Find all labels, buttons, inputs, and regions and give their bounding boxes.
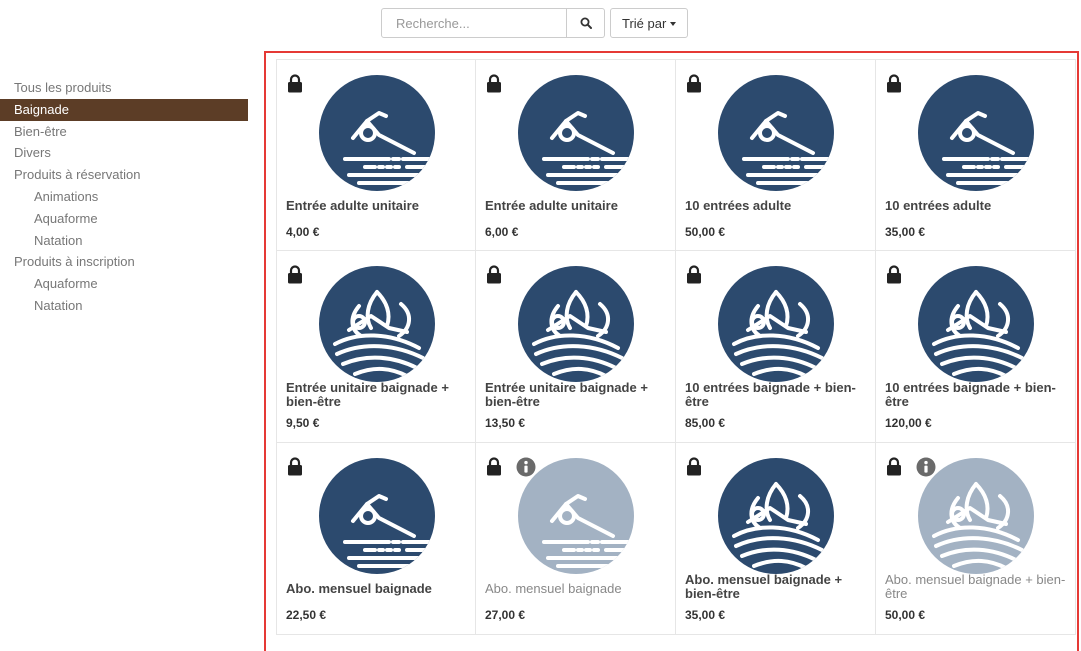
product-name: 10 entrées adulte	[885, 198, 992, 213]
lock-icon	[287, 74, 303, 93]
product-name: 10 entrées baignade + bien-être	[885, 380, 1056, 409]
product-price: 27,00 €	[485, 608, 526, 622]
product-price: 50,00 €	[885, 608, 926, 622]
product-name: Entrée unitaire baignade + bien-être	[286, 380, 449, 409]
search-button[interactable]	[567, 8, 605, 38]
product-price: 22,50 €	[286, 608, 327, 622]
product-name: Entrée unitaire baignade + bien-être	[485, 380, 648, 409]
product-name: Entrée adulte unitaire	[286, 198, 419, 213]
sidebar-category-item[interactable]: Natation	[0, 230, 248, 252]
sidebar-category-item[interactable]: Produits à inscription	[0, 251, 248, 273]
lock-icon	[886, 457, 902, 476]
swimmer-icon	[718, 75, 834, 191]
product-name: Abo. mensuel baignade + bien-être	[685, 572, 843, 601]
product-card[interactable]: Entrée unitaire baignade + bien-être 13,5…	[476, 251, 676, 443]
product-price: 35,00 €	[885, 225, 926, 239]
product-card[interactable]: 10 entrées adulte 35,00 €	[876, 59, 1076, 251]
product-price: 9,50 €	[286, 416, 320, 430]
lock-icon	[486, 74, 502, 93]
product-name: Abo. mensuel baignade + bien-être	[885, 572, 1066, 601]
product-price: 35,00 €	[685, 608, 726, 622]
info-icon[interactable]	[916, 457, 936, 477]
sidebar-category-item[interactable]: Natation	[0, 295, 248, 317]
product-card[interactable]: 10 entrées baignade + bien-être 85,00 €	[676, 251, 876, 443]
sidebar-category-item[interactable]: Tous les produits	[0, 77, 248, 99]
info-icon[interactable]	[516, 457, 536, 477]
lock-icon	[287, 265, 303, 284]
sidebar-category-item[interactable]: Animations	[0, 186, 248, 208]
product-price: 13,50 €	[485, 416, 526, 430]
sort-label: Trié par	[622, 15, 667, 31]
swimmer-lotus-icon	[518, 266, 634, 382]
product-price: 4,00 €	[286, 225, 320, 239]
lock-icon	[686, 457, 702, 476]
swimmer-icon	[319, 458, 435, 574]
sidebar-category-item[interactable]: Produits à réservation	[0, 164, 248, 186]
product-card[interactable]: Entrée adulte unitaire 6,00 €	[476, 59, 676, 251]
product-name: Abo. mensuel baignade	[286, 581, 432, 596]
sidebar-category-item[interactable]: Aquaforme	[0, 208, 248, 230]
swimmer-icon	[518, 75, 634, 191]
product-card[interactable]: 10 entrées baignade + bien-être 120,00 €	[876, 251, 1076, 443]
lock-icon	[287, 457, 303, 476]
lock-icon	[486, 265, 502, 284]
sidebar-category-item[interactable]: Aquaforme	[0, 273, 248, 295]
product-name: 10 entrées adulte	[685, 198, 792, 213]
product-price: 50,00 €	[685, 225, 726, 239]
sidebar-category-item[interactable]: Baignade	[0, 98, 248, 121]
product-card[interactable]: Abo. mensuel baignade 22,50 €	[276, 443, 476, 635]
caret-down-icon	[670, 22, 677, 26]
product-card[interactable]: 10 entrées adulte 50,00 €	[676, 59, 876, 251]
lock-icon	[886, 265, 902, 284]
product-name: 10 entrées baignade + bien-être	[685, 380, 856, 409]
product-card[interactable]: Entrée unitaire baignade + bien-être 9,50…	[276, 251, 476, 443]
swimmer-icon	[918, 75, 1034, 191]
sort-dropdown-button[interactable]: Trié par	[610, 8, 689, 38]
category-sidebar: Tous les produits Baignade Bien-être Divers…	[0, 77, 248, 317]
lock-icon	[686, 74, 702, 93]
product-card[interactable]: Abo. mensuel baignade 27,00 €	[476, 443, 676, 635]
swimmer-lotus-icon	[718, 266, 834, 382]
product-grid: Entrée adulte unitaire 4,00 € Entrée adult…	[276, 59, 1076, 635]
search-input[interactable]	[381, 8, 567, 38]
sidebar-category-item[interactable]: Divers	[0, 142, 248, 164]
product-card[interactable]: Abo. mensuel baignade + bien-être 35,00 €	[676, 443, 876, 635]
lock-icon	[486, 457, 502, 476]
product-price: 120,00 €	[885, 416, 932, 430]
swimmer-icon	[319, 75, 435, 191]
product-name: Abo. mensuel baignade	[485, 581, 622, 596]
swimmer-lotus-icon	[319, 266, 435, 382]
product-card[interactable]: Abo. mensuel baignade + bien-être 50,00 €	[876, 443, 1076, 635]
search-icon	[580, 17, 592, 29]
product-name: Entrée adulte unitaire	[485, 198, 618, 213]
product-price: 6,00 €	[485, 225, 519, 239]
swimmer-lotus-icon	[918, 266, 1034, 382]
sidebar-category-item[interactable]: Bien-être	[0, 121, 248, 143]
lock-icon	[686, 265, 702, 284]
swimmer-lotus-icon	[718, 458, 834, 574]
lock-icon	[886, 74, 902, 93]
search-bar: Trié par	[381, 8, 689, 38]
product-card[interactable]: Entrée adulte unitaire 4,00 €	[276, 59, 476, 251]
product-price: 85,00 €	[685, 416, 726, 430]
